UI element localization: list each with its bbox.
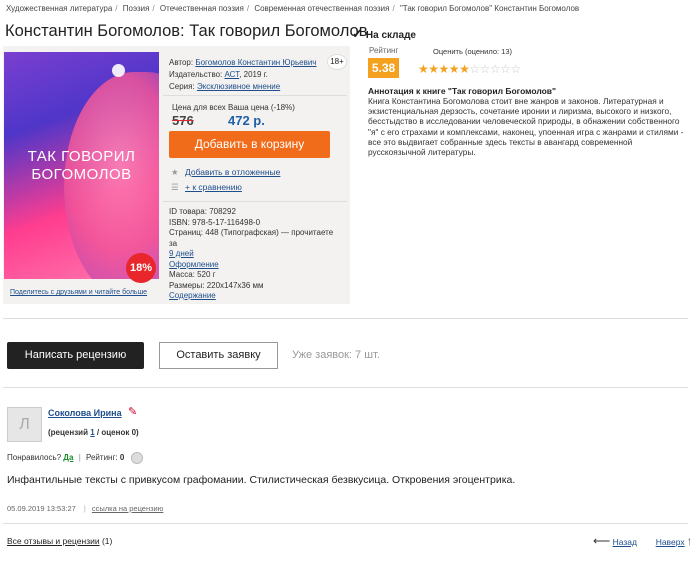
- share-link[interactable]: Поделитесь с друзьями и читайте больше: [10, 289, 147, 296]
- book-meta: Автор: Богомолов Константин Юрьевич Изда…: [169, 58, 317, 91]
- breadcrumb-item[interactable]: Художественная литература: [6, 4, 112, 13]
- spec-id: ID товара: 708292: [169, 207, 236, 216]
- all-reviews-link[interactable]: Все отзывы и рецензии: [7, 536, 100, 546]
- author-link[interactable]: Богомолов Константин Юрьевич: [195, 58, 316, 67]
- star-empty-icon[interactable]: ☆: [490, 62, 501, 76]
- rating-value: 5.38: [368, 58, 399, 78]
- breadcrumb-item[interactable]: Поэзия: [123, 4, 150, 13]
- stock-label: На складе: [365, 30, 416, 41]
- star-filled-icon[interactable]: ★: [449, 62, 460, 76]
- annotation-text: Книга Константина Богомолова стоит вне ж…: [368, 96, 684, 158]
- star-filled-icon[interactable]: ★: [418, 62, 429, 76]
- breadcrumb-current: "Так говорил Богомолов" Константин Богом…: [399, 4, 580, 13]
- checkmark-icon: ✓: [352, 26, 363, 41]
- cover-title: ТАК ГОВОРИЛ БОГОМОЛОВ: [27, 148, 136, 183]
- spec-weight: Масса: 520 г: [169, 270, 216, 279]
- spec-size: Размеры: 220x147x36 мм: [169, 280, 264, 290]
- compare-link[interactable]: ☰ + к сравнению: [171, 182, 242, 193]
- divider: [163, 201, 347, 202]
- list-icon: ☰: [171, 182, 179, 192]
- star-icon: ★: [171, 167, 179, 177]
- design-link[interactable]: Оформление: [169, 260, 219, 269]
- series-link[interactable]: Эксклюзивное мнение: [197, 82, 280, 91]
- review-date-row: 05.09.2019 13:53:27 | ссылка на рецензию: [7, 504, 164, 513]
- up-link[interactable]: Наверх: [656, 537, 685, 547]
- all-reviews: Все отзывы и рецензии (1): [7, 536, 113, 546]
- contents-link[interactable]: Содержание: [169, 291, 216, 300]
- star-empty-icon[interactable]: ☆: [500, 62, 511, 76]
- review-text: Инфантильные тексты с привкусом графоман…: [7, 474, 516, 486]
- leave-request-button[interactable]: Оставить заявку: [159, 342, 278, 369]
- star-filled-icon[interactable]: ★: [428, 62, 439, 76]
- breadcrumb-item[interactable]: Современная отечественная поэзия: [254, 4, 389, 13]
- price-all-label: Цена для всех: [172, 103, 226, 112]
- publisher-link[interactable]: АСТ: [225, 70, 240, 79]
- rating-label: Рейтинг: [369, 46, 399, 55]
- review-feedback: Понравилось? Да | Рейтинг: 0: [7, 452, 143, 464]
- breadcrumb-item[interactable]: Отечественная поэзия: [160, 4, 244, 13]
- avatar: Л: [7, 407, 42, 442]
- request-count: Уже заявок: 7 шт.: [292, 349, 380, 361]
- pencil-icon: ✎: [128, 406, 138, 418]
- breadcrumb: Художественная литература / Поэзия / Отече…: [6, 4, 580, 13]
- compare-label[interactable]: + к сравнению: [185, 182, 242, 192]
- star-filled-icon[interactable]: ★: [459, 62, 470, 76]
- wishlist-label[interactable]: Добавить в отложенные: [185, 167, 280, 177]
- page-title: Константин Богомолов: Так говорил Богомо…: [5, 22, 368, 40]
- review-author-link[interactable]: Соколова Ирина: [48, 408, 122, 418]
- review-nav: ⟵ Назад Наверх ↑: [593, 534, 690, 548]
- rate-caption: Оценить (оценило: 13): [433, 47, 512, 56]
- divider: [163, 95, 347, 96]
- add-to-cart-button[interactable]: Добавить в корзину: [169, 131, 330, 158]
- back-link[interactable]: Назад: [613, 537, 637, 547]
- discount-badge: 18%: [126, 253, 156, 283]
- publisher-logo-icon: [112, 64, 125, 77]
- spec-isbn: ISBN: 978-5-17-116498-0: [169, 217, 261, 227]
- review-author-stats: (рецензий 1 / оценок 0): [48, 428, 139, 437]
- book-cover[interactable]: ТАК ГОВОРИЛ БОГОМОЛОВ: [4, 52, 159, 279]
- review-permalink[interactable]: ссылка на рецензию: [92, 504, 163, 513]
- book-specs: ID товара: 708292 ISBN: 978-5-17-116498-…: [169, 207, 339, 302]
- divider: [3, 387, 688, 388]
- new-price: 472 р.: [228, 113, 265, 128]
- wishlist-link[interactable]: ★ Добавить в отложенные: [171, 167, 280, 178]
- arrow-left-icon: ⟵: [593, 534, 611, 548]
- star-empty-icon[interactable]: ☆: [469, 62, 480, 76]
- star-empty-icon[interactable]: ☆: [480, 62, 491, 76]
- star-filled-icon[interactable]: ★: [439, 62, 450, 76]
- helpful-yes-link[interactable]: Да: [63, 453, 73, 462]
- annotation-heading: Аннотация к книге "Так говорил Богомолов…: [368, 86, 557, 96]
- divider: [3, 318, 688, 319]
- age-rating-badge: 18+: [327, 54, 347, 70]
- divider: [3, 523, 688, 524]
- star-empty-icon[interactable]: ☆: [510, 62, 521, 76]
- stock-status: ✓ На складе: [352, 26, 416, 42]
- reading-days-link[interactable]: 9 дней: [169, 249, 194, 258]
- medal-icon: [130, 452, 143, 464]
- price-your-label: Ваша цена (-18%): [228, 103, 295, 112]
- old-price: 576: [172, 113, 194, 128]
- spec-pages: Страниц: 448 (Типографская) — прочитаете…: [169, 228, 334, 248]
- rating-stars[interactable]: ★★★★★☆☆☆☆☆: [418, 62, 521, 76]
- write-review-button[interactable]: Написать рецензию: [7, 342, 144, 369]
